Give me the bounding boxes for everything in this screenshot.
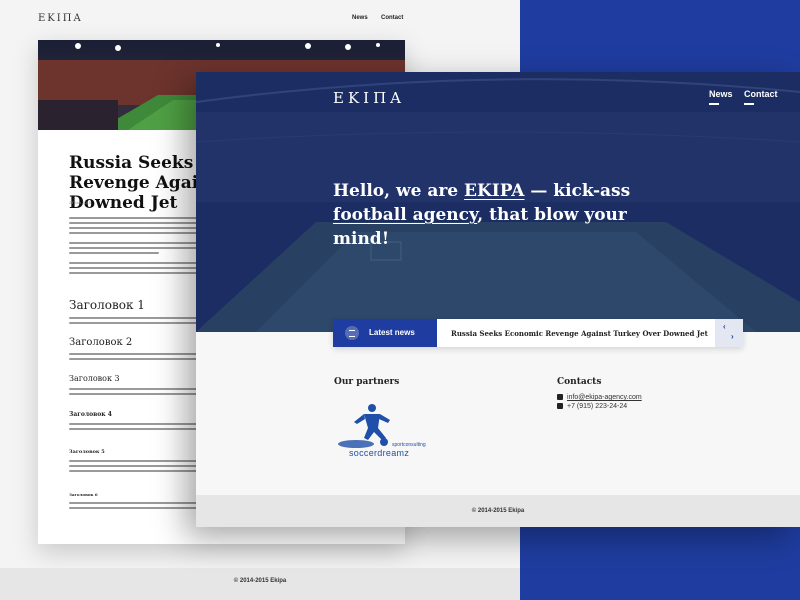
article-heading-3: Заголовок 3	[69, 374, 120, 383]
contact-phone[interactable]: +7 (915) 223-24-24	[567, 403, 627, 410]
article-date: 27 Jan 2015	[69, 200, 92, 205]
news-nav-arrows: ‹ ›	[715, 319, 743, 347]
contact-phone-row: +7 (915) 223-24-24	[557, 403, 627, 410]
partners-title: Our partners	[334, 377, 400, 387]
phone-icon	[557, 403, 563, 410]
front-nav-news[interactable]: News	[709, 89, 733, 105]
front-logo[interactable]: EKIПA	[333, 89, 405, 107]
hero-headline: Hello, we are EKIPA — kick-ass football a…	[333, 181, 631, 249]
latest-news-bar: Latest news Russia Seeks Economic Reveng…	[333, 319, 743, 347]
newspaper-icon	[345, 326, 359, 340]
chevron-left-icon[interactable]: ‹	[723, 322, 726, 331]
hero-section: EKIПA News Contact Hello, we are EKIPA —…	[196, 72, 800, 332]
contact-email-row: info@ekipa-agency.com	[557, 394, 642, 401]
back-nav-contact[interactable]: Contact	[381, 15, 403, 21]
back-footer: © 2014-2015 Ekipa	[0, 568, 520, 600]
hero-link-ekipa[interactable]: EKIPA	[464, 181, 524, 201]
back-footer-copyright: © 2014-2015 Ekipa	[233, 578, 287, 584]
chevron-right-icon[interactable]: ›	[731, 332, 734, 341]
front-footer-copyright: © 2014-2015 Ekipa	[471, 508, 525, 514]
article-heading-2: Заголовок 2	[69, 337, 133, 348]
partner-name: soccerdreamz	[349, 448, 410, 458]
latest-news-title[interactable]: Russia Seeks Economic Revenge Against Tu…	[451, 329, 708, 338]
back-nav-news[interactable]: News	[352, 15, 368, 21]
hero-link-football-agency[interactable]: football agency	[333, 205, 477, 225]
contact-email-link[interactable]: info@ekipa-agency.com	[567, 394, 642, 401]
article-heading-1: Заголовок 1	[69, 298, 145, 312]
back-logo[interactable]: EKIПA	[38, 13, 83, 24]
latest-news-label[interactable]: Latest news	[333, 319, 437, 347]
front-footer: © 2014-2015 Ekipa	[196, 495, 800, 527]
front-nav-contact[interactable]: Contact	[744, 89, 778, 105]
article-heading-6: Заголовок 6	[69, 492, 98, 497]
contacts-title: Contacts	[557, 377, 602, 387]
article-heading-5: Заголовок 5	[69, 449, 105, 455]
mail-icon	[557, 394, 563, 401]
front-page-window: EKIПA News Contact Hello, we are EKIPA —…	[196, 72, 800, 527]
article-heading-4: Заголовок 4	[69, 411, 112, 418]
